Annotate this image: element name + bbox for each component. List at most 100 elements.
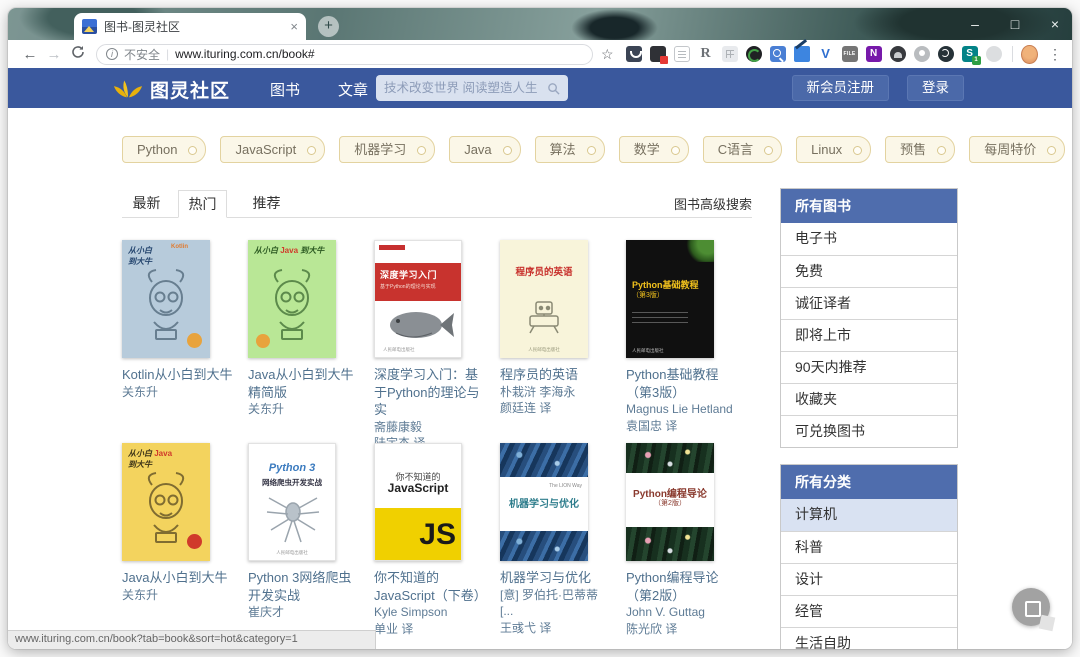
book-cover[interactable]: 从小白 Java 到大牛 bbox=[122, 443, 210, 561]
book-cover[interactable]: Python基础教程 （第3版） 人民邮电出版社 bbox=[626, 240, 714, 358]
nav-articles[interactable]: 文章 bbox=[338, 79, 368, 100]
tag-javascript[interactable]: JavaScript bbox=[220, 136, 326, 163]
site-search-input[interactable] bbox=[384, 81, 547, 95]
book-title[interactable]: Python 3网络爬虫 开发实战 bbox=[248, 569, 362, 604]
book-card: Python基础教程 （第3版） 人民邮电出版社 Python基础教程 （第3版… bbox=[626, 240, 740, 435]
book-title[interactable]: Python基础教程 （第3版） bbox=[626, 366, 740, 401]
info-icon[interactable]: i bbox=[106, 48, 118, 60]
site-nav: 图书 文章 bbox=[270, 79, 368, 100]
site-search-box[interactable] bbox=[376, 75, 568, 101]
extension-icon-8[interactable] bbox=[793, 46, 810, 62]
sidebar-item-design[interactable]: 设计 bbox=[781, 563, 957, 595]
book-title[interactable]: Kotlin从小白到大牛 bbox=[122, 366, 236, 384]
back-icon[interactable]: ← bbox=[18, 46, 42, 63]
book-cover[interactable]: 从小白 到大牛 Kotlin bbox=[122, 240, 210, 358]
tab-recommend[interactable]: 推荐 bbox=[242, 190, 291, 218]
book-title[interactable]: Python编程导论 （第2版） bbox=[626, 569, 740, 604]
floating-action-button[interactable] bbox=[1012, 588, 1050, 626]
profile-avatar[interactable] bbox=[1021, 44, 1038, 64]
extension-icon-15[interactable]: S1 bbox=[961, 46, 981, 65]
book-title[interactable]: 深度学习入门：基于Python的理论与实 bbox=[374, 366, 488, 419]
sidebar-categories-header[interactable]: 所有分类 bbox=[781, 465, 957, 499]
sidebar-item-ebooks[interactable]: 电子书 bbox=[781, 223, 957, 255]
tag-java[interactable]: Java bbox=[449, 136, 521, 163]
book-title[interactable]: 你不知道的 JavaScript（下卷） bbox=[374, 569, 488, 604]
url-text[interactable]: www.ituring.com.cn/book# bbox=[175, 47, 314, 61]
turing-logo-icon[interactable] bbox=[112, 76, 144, 100]
extension-icon-2[interactable] bbox=[649, 46, 668, 64]
extension-icon-11[interactable]: N bbox=[865, 46, 882, 62]
tab-latest[interactable]: 最新 bbox=[122, 190, 171, 218]
book-author: 陈光欣 译 bbox=[626, 621, 678, 636]
sidebar-item-translators[interactable]: 诚征译者 bbox=[781, 287, 957, 319]
tag-weekly-deal[interactable]: 每周特价 bbox=[969, 136, 1066, 163]
book-title[interactable]: Java从小白到大牛 bbox=[122, 569, 236, 587]
toolbar-separator bbox=[1011, 46, 1013, 62]
sidebar-item-favorites[interactable]: 收藏夹 bbox=[781, 383, 957, 415]
tag-c-language[interactable]: C语言 bbox=[702, 136, 783, 163]
book-cover[interactable]: 深度学习入门 基于Python的理论与实现 人民邮电出版社 bbox=[374, 240, 462, 358]
cover-decoration bbox=[500, 443, 588, 477]
sidebar-item-lifestyle[interactable]: 生活自助 bbox=[781, 627, 957, 649]
cover-publisher-mark bbox=[379, 245, 405, 250]
tag-presale[interactable]: 预售 bbox=[885, 136, 956, 163]
book-title[interactable]: Java从小白到大牛 精简版 bbox=[248, 366, 362, 401]
extension-icon-4[interactable]: R bbox=[698, 46, 714, 62]
address-bar[interactable]: i 不安全 | www.ituring.com.cn/book# bbox=[96, 43, 593, 65]
extension-icon-12[interactable] bbox=[889, 46, 906, 62]
tag-machine-learning[interactable]: 机器学习 bbox=[339, 136, 436, 163]
sidebar-item-upcoming[interactable]: 即将上市 bbox=[781, 319, 957, 351]
book-title[interactable]: 程序员的英语 bbox=[500, 366, 614, 384]
maximize-icon[interactable]: □ bbox=[1008, 16, 1022, 32]
cover-text: （第3版） bbox=[632, 292, 664, 299]
extension-icon-10[interactable]: FILE bbox=[841, 46, 858, 62]
site-brand[interactable]: 图灵社区 bbox=[150, 76, 230, 103]
tab-hot[interactable]: 热门 bbox=[178, 190, 227, 218]
book-cover[interactable]: The LION Way 机器学习与优化 bbox=[500, 443, 588, 561]
sidebar-item-redeemable[interactable]: 可兑换图书 bbox=[781, 415, 957, 447]
nav-books[interactable]: 图书 bbox=[270, 79, 300, 100]
sidebar-books-header[interactable]: 所有图书 bbox=[781, 189, 957, 223]
tag-linux[interactable]: Linux bbox=[796, 136, 872, 163]
extension-icon-7[interactable] bbox=[769, 46, 786, 62]
sidebar-item-business[interactable]: 经管 bbox=[781, 595, 957, 627]
book-cover[interactable]: 程序员的英语 人民邮电出版社 bbox=[500, 240, 588, 358]
tab-close-icon[interactable]: × bbox=[290, 19, 298, 34]
sort-tabs: 最新 热门 推荐 图书高级搜索 bbox=[122, 190, 752, 218]
book-cover[interactable]: 你不知道的 JavaScript JS bbox=[374, 443, 462, 561]
sidebar-item-computer[interactable]: 计算机 bbox=[781, 499, 957, 531]
extension-icon-13[interactable] bbox=[913, 46, 930, 62]
forward-icon[interactable]: → bbox=[42, 46, 66, 63]
search-icon[interactable] bbox=[547, 82, 560, 95]
sidebar-item-90days[interactable]: 90天内推荐 bbox=[781, 351, 957, 383]
book-cover[interactable]: Python编程导论 （第2版） bbox=[626, 443, 714, 561]
book-cover[interactable]: Python 3 网络爬虫开发实战 人民邮电出版社 bbox=[248, 443, 336, 561]
extension-icon-14[interactable] bbox=[937, 46, 954, 62]
extension-icon-9[interactable]: V bbox=[818, 46, 834, 62]
reload-icon[interactable] bbox=[66, 45, 90, 63]
sidebar-item-free[interactable]: 免费 bbox=[781, 255, 957, 287]
browser-toolbar: ← → i 不安全 | www.ituring.com.cn/book# ☆ R… bbox=[8, 40, 1072, 68]
new-tab-button[interactable]: + bbox=[318, 16, 339, 37]
category-tags: Python JavaScript 机器学习 Java 算法 数学 C语言 Li… bbox=[122, 136, 1066, 163]
tag-python[interactable]: Python bbox=[122, 136, 207, 163]
extension-icon-3[interactable] bbox=[673, 46, 690, 62]
extension-icon-1[interactable] bbox=[625, 46, 642, 62]
minimize-icon[interactable]: – bbox=[968, 16, 982, 32]
cover-text: The LION Way bbox=[549, 483, 582, 489]
extension-icon-16[interactable] bbox=[985, 46, 1002, 62]
bookmark-star-icon[interactable]: ☆ bbox=[601, 46, 614, 63]
book-title[interactable]: 机器学习与优化 bbox=[500, 569, 614, 587]
book-cover[interactable]: 从小白 Java 到大牛 bbox=[248, 240, 336, 358]
extension-icon-6[interactable] bbox=[745, 46, 762, 62]
tag-algorithms[interactable]: 算法 bbox=[534, 136, 605, 163]
register-button[interactable]: 新会员注册 bbox=[791, 75, 889, 101]
sidebar-item-science[interactable]: 科普 bbox=[781, 531, 957, 563]
extension-icon-5[interactable] bbox=[721, 46, 738, 62]
browser-tab[interactable]: 图书-图灵社区 × bbox=[74, 13, 306, 40]
tag-math[interactable]: 数学 bbox=[618, 136, 689, 163]
browser-menu-icon[interactable]: ⋮ bbox=[1048, 46, 1062, 63]
login-button[interactable]: 登录 bbox=[907, 75, 964, 101]
advanced-search-link[interactable]: 图书高级搜索 bbox=[674, 194, 752, 213]
close-icon[interactable]: × bbox=[1048, 16, 1062, 32]
